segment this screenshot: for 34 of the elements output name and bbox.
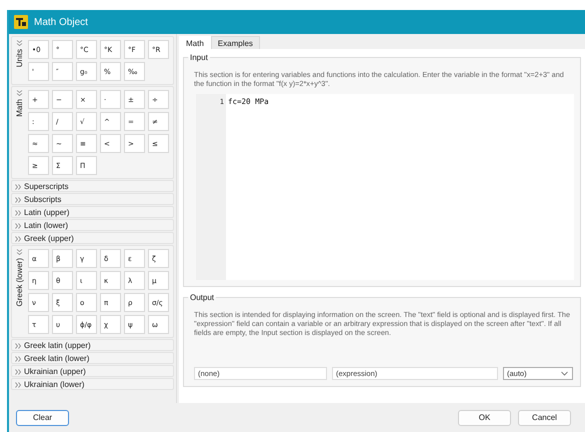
- tab[interactable]: Examples: [210, 36, 260, 49]
- group-header[interactable]: Greek latin (lower): [11, 352, 174, 364]
- chevron-icon: [15, 222, 22, 228]
- caret-icon: [561, 371, 568, 376]
- chevron-icon: [15, 184, 22, 190]
- group-header[interactable]: Greek (upper): [11, 232, 174, 244]
- chevron-icon[interactable]: [16, 249, 23, 255]
- section-title: Output: [189, 293, 216, 302]
- group-header[interactable]: Latin (lower): [11, 219, 174, 231]
- chevron-icon: [15, 382, 22, 388]
- chevron-icon: [15, 368, 22, 374]
- group-label: Units: [15, 49, 24, 68]
- group-header[interactable]: Subscripts: [11, 193, 174, 205]
- section-title: Input: [189, 53, 209, 62]
- chevron-icon[interactable]: [16, 40, 23, 46]
- group-header[interactable]: Ukrainian (lower): [11, 378, 174, 390]
- chevron-icon: [15, 356, 22, 362]
- window-title: Math Object: [34, 16, 88, 28]
- chevron-icon: [15, 236, 22, 242]
- tab[interactable]: Math: [179, 36, 211, 49]
- chevron-icon: [15, 342, 22, 348]
- clear-button[interactable]: Clear: [16, 410, 69, 426]
- group-header[interactable]: Greek latin (upper): [11, 339, 174, 351]
- chevron-icon: [15, 210, 22, 216]
- group-label: Greek (lower): [15, 258, 24, 306]
- group-label: Math: [15, 99, 24, 117]
- chevron-icon: [15, 196, 22, 202]
- app-logo-icon: [14, 15, 28, 29]
- group-header[interactable]: Superscripts: [11, 180, 174, 192]
- group-header[interactable]: Ukrainian (upper): [11, 365, 174, 377]
- cancel-button[interactable]: Cancel: [518, 410, 571, 426]
- chevron-icon[interactable]: [16, 90, 23, 96]
- group-header[interactable]: Latin (upper): [11, 206, 174, 218]
- ok-button[interactable]: OK: [458, 410, 511, 426]
